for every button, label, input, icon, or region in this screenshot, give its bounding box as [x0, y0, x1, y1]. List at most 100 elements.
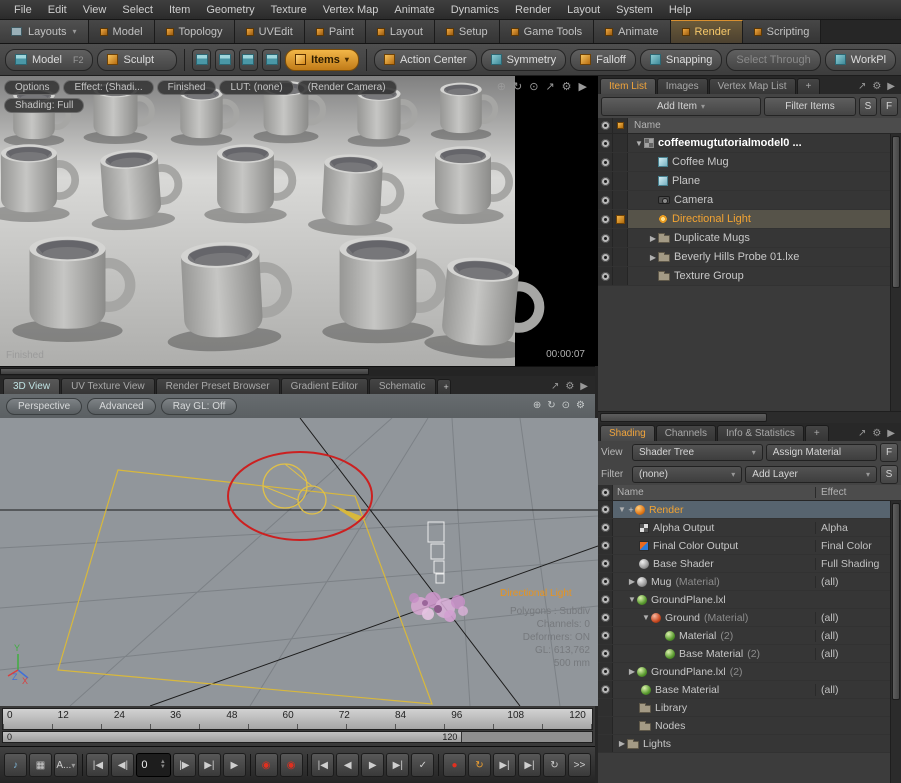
item-list-scrollbar[interactable] [890, 134, 901, 411]
shader-row-mug-material[interactable]: ▶Mug(Material) (all) [598, 573, 901, 591]
shader-view-dropdown[interactable]: Shader Tree▾ [632, 444, 763, 461]
filters-button[interactable]: F [880, 443, 898, 462]
shader-row-alpha-output[interactable]: Alpha Output Alpha [598, 519, 901, 537]
range-thumb[interactable]: 0 120 [3, 732, 462, 742]
layout-tab-layout[interactable]: Layout [366, 20, 435, 43]
play-button[interactable]: ▶ [223, 753, 246, 777]
menu-view[interactable]: View [75, 2, 115, 18]
menu-system[interactable]: System [608, 2, 661, 18]
3d-viewport[interactable]: Y Z X Directional Light Polygons : Subdi… [0, 418, 595, 706]
scrollbar-thumb[interactable] [0, 368, 369, 375]
shading-mode-dropdown[interactable]: Advanced [87, 398, 155, 415]
layout-tab-animate[interactable]: Animate [594, 20, 670, 43]
shader-row-final-color-output[interactable]: Final Color Output Final Color [598, 537, 901, 555]
rotate-icon[interactable]: ↻ [547, 400, 555, 411]
item-row-directional-light[interactable]: Directional Light [598, 210, 901, 229]
eye-icon[interactable] [601, 559, 610, 568]
lut-dropdown[interactable]: LUT: (none) [219, 80, 293, 95]
pan-icon[interactable]: ⊕ [533, 400, 541, 411]
effect-dropdown[interactable]: Effect: (Shadi... [63, 80, 153, 95]
items-selection-button[interactable]: Items ▾ [285, 49, 359, 71]
menu-file[interactable]: File [6, 2, 40, 18]
eye-icon[interactable] [601, 541, 610, 550]
timeline-ruler[interactable]: 012 2436 4860 7284 96108 120 [2, 708, 593, 730]
go-first-frame-button[interactable]: |◀ [86, 753, 109, 777]
menu-layout[interactable]: Layout [559, 2, 608, 18]
step-forward-button[interactable]: ▶| [493, 753, 516, 777]
shader-tree-scrollbar[interactable] [890, 501, 901, 783]
step-end-button[interactable]: ▶| [518, 753, 541, 777]
expand-arrow[interactable]: ▶ [648, 253, 658, 262]
add-item-button[interactable]: Add Item▾ [601, 97, 761, 116]
eye-icon[interactable] [601, 253, 610, 262]
record-button[interactable]: ● [443, 753, 466, 777]
add-tab-button[interactable]: + [437, 379, 451, 394]
expand-arrow[interactable]: ▶ [617, 739, 627, 748]
add-tab-button[interactable]: + [797, 78, 821, 94]
expand-icon[interactable]: ↗ [858, 81, 866, 92]
menu-vertex-map[interactable]: Vertex Map [315, 2, 387, 18]
keyframe-check-button[interactable]: ✓ [411, 753, 434, 777]
tab-channels[interactable]: Channels [656, 425, 716, 441]
item-row-beverly-hills-probe[interactable]: ▶ Beverly Hills Probe 01.lxe [598, 248, 901, 267]
gear-icon[interactable]: ⚙ [562, 80, 572, 93]
tab-images[interactable]: Images [657, 78, 708, 94]
eye-icon[interactable] [601, 523, 610, 532]
render-toggle-icon[interactable] [616, 215, 625, 224]
panel-menu-icon[interactable]: ▶ [580, 381, 588, 392]
tab-shading[interactable]: Shading [600, 425, 655, 441]
viewport-preset-4-icon[interactable] [262, 49, 281, 71]
shader-row-groundplane-2[interactable]: ▶GroundPlane.lxl(2) [598, 663, 901, 681]
loop-last-button[interactable]: ▶| [386, 753, 409, 777]
item-list-hscrollbar[interactable] [598, 411, 901, 423]
gear-icon[interactable]: ⚙ [872, 81, 881, 92]
menu-item[interactable]: Item [161, 2, 198, 18]
loop-prev-button[interactable]: ◀ [336, 753, 359, 777]
tab-schematic[interactable]: Schematic [369, 378, 436, 394]
frame-spinner[interactable]: ▲▼ [160, 760, 166, 770]
expand-arrow[interactable]: ▶ [627, 577, 637, 586]
shader-row-base-material[interactable]: Base Material (all) [598, 681, 901, 699]
scopes-button[interactable]: S [880, 465, 898, 484]
viewport-preset-2-icon[interactable] [215, 49, 234, 71]
layout-tab-render[interactable]: Render [671, 20, 743, 43]
gear-icon[interactable]: ⚙ [565, 381, 574, 392]
next-keyframe-button[interactable]: |▶ [173, 753, 196, 777]
select-through-button[interactable]: Select Through [726, 49, 820, 71]
item-row-plane[interactable]: Plane [598, 172, 901, 191]
tab-render-preset-browser[interactable]: Render Preset Browser [156, 378, 280, 394]
tab-3d-view[interactable]: 3D View [3, 378, 60, 394]
menu-texture[interactable]: Texture [263, 2, 315, 18]
shading-dropdown[interactable]: Shading: Full [4, 98, 84, 113]
shader-row-base-shader[interactable]: Base Shader Full Shading [598, 555, 901, 573]
menu-dynamics[interactable]: Dynamics [443, 2, 507, 18]
layout-tab-topology[interactable]: Topology [155, 20, 235, 43]
go-last-frame-button[interactable]: ▶| [198, 753, 221, 777]
eye-icon[interactable] [601, 685, 610, 694]
shader-row-lights[interactable]: ▶Lights [598, 735, 901, 753]
layout-tab-game-tools[interactable]: Game Tools [500, 20, 595, 43]
gear-icon[interactable]: ⚙ [872, 428, 881, 439]
model-mode-button[interactable]: Model F2 [5, 49, 93, 71]
layout-tab-model[interactable]: Model [89, 20, 155, 43]
layout-tab-scripting[interactable]: Scripting [743, 20, 822, 43]
eye-icon[interactable] [601, 613, 610, 622]
anim-options-dial-icon[interactable]: ◉ [255, 753, 278, 777]
eye-icon[interactable] [601, 234, 610, 243]
finished-status-button[interactable]: Finished [157, 80, 217, 95]
viewport-preset-1-icon[interactable] [192, 49, 211, 71]
animation-editor-button[interactable]: ♪ [4, 753, 27, 777]
assign-material-button[interactable]: Assign Material [766, 444, 877, 461]
time-options-dial-icon[interactable]: ◉ [280, 753, 303, 777]
eye-icon[interactable] [601, 595, 610, 604]
expand-arrow[interactable]: ▶ [627, 667, 637, 676]
filter-items-button[interactable]: Filter Items [764, 97, 856, 116]
eye-icon[interactable] [601, 667, 610, 676]
snapping-button[interactable]: Snapping [640, 49, 723, 71]
eye-icon[interactable] [601, 158, 610, 167]
menu-help[interactable]: Help [661, 2, 700, 18]
expand-arrow[interactable]: ▶ [648, 234, 658, 243]
scrollbar-thumb[interactable] [892, 503, 900, 700]
options-button[interactable]: Options [4, 80, 60, 95]
panel-menu-icon[interactable]: ▶ [887, 428, 895, 439]
